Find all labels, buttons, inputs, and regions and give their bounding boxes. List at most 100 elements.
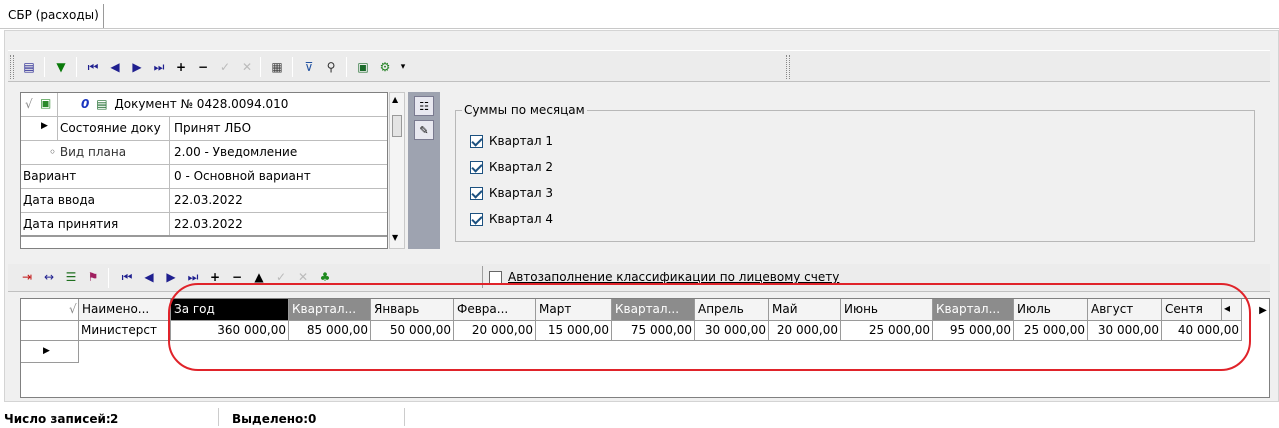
next-icon[interactable]: ▶ — [162, 268, 180, 286]
col-header-april[interactable]: Апрель — [695, 299, 769, 321]
cell-may[interactable]: 20 000,00 — [769, 321, 841, 341]
toolbar-grip[interactable] — [786, 55, 790, 79]
col-header-july[interactable]: Июль — [1014, 299, 1088, 321]
cell-january[interactable]: 50 000,00 — [371, 321, 454, 341]
col-header-january[interactable]: Январь — [371, 299, 454, 321]
row-indicator — [21, 321, 79, 341]
current-row-icon: ▶ — [41, 121, 48, 131]
col-header-june[interactable]: Июнь — [841, 299, 933, 321]
cell-september[interactable]: 40 000,00 — [1162, 321, 1242, 341]
cell-february[interactable]: 20 000,00 — [454, 321, 536, 341]
cell-quarter2[interactable]: 75 000,00 — [612, 321, 695, 341]
doc-label-entry-date: Дата ввода — [21, 189, 170, 212]
scroll-down-icon[interactable]: ▼ — [392, 233, 398, 242]
col-header-august[interactable]: Август — [1088, 299, 1162, 321]
quarter-2-label: Квартал 2 — [489, 160, 554, 174]
cancel-icon[interactable]: ✕ — [238, 58, 256, 76]
doc-value-entry-date[interactable]: 22.03.2022 — [171, 189, 246, 212]
autofill-checkbox[interactable]: Автозаполнение классификации по лицевому… — [482, 266, 882, 288]
cell-quarter1[interactable]: 85 000,00 — [289, 321, 371, 341]
document-row[interactable]: Вариант 0 - Основной вариант — [21, 165, 387, 189]
toolbar-separator — [346, 57, 347, 77]
delete-icon[interactable]: − — [194, 58, 212, 76]
export-icon[interactable]: ⇥ — [18, 268, 36, 286]
swap-icon[interactable]: ↔ — [40, 268, 58, 286]
scroll-thumb[interactable] — [392, 115, 402, 137]
col-header-name[interactable]: Наимено... — [79, 299, 171, 321]
cell-july[interactable]: 25 000,00 — [1014, 321, 1088, 341]
tab-sbr-expenses[interactable]: СБР (расходы) — [4, 4, 104, 28]
grid-scroll-right-icon[interactable]: ▶ — [1255, 300, 1271, 320]
checkbox-checked-icon[interactable] — [470, 160, 483, 174]
quarter-3-checkbox[interactable]: Квартал 3 — [470, 184, 620, 202]
side-toolbar: ☷ ✎ — [408, 92, 440, 249]
up-icon[interactable]: ▲ — [250, 268, 268, 286]
confirm-icon[interactable]: ✓ — [216, 58, 234, 76]
checkbox-checked-icon[interactable] — [470, 186, 483, 200]
list-view-icon[interactable]: ☷ — [414, 96, 434, 116]
cell-june[interactable]: 25 000,00 — [841, 321, 933, 341]
find-icon[interactable]: ⚲ — [322, 58, 340, 76]
col-header-march[interactable]: Март — [536, 299, 612, 321]
confirm-icon[interactable]: ✓ — [272, 268, 290, 286]
quarter-1-checkbox[interactable]: Квартал 1 — [470, 132, 620, 150]
status-separator — [218, 408, 219, 426]
cell-april[interactable]: 30 000,00 — [695, 321, 769, 341]
document-row[interactable]: Дата принятия 22.03.2022 — [21, 213, 387, 237]
chevron-down-icon[interactable]: ▾ — [394, 58, 412, 76]
prev-icon[interactable]: ◀ — [140, 268, 158, 286]
col-header-quarter1[interactable]: Квартал... — [289, 299, 371, 321]
cancel-icon[interactable]: ✕ — [294, 268, 312, 286]
document-row[interactable]: ◦ Вид плана 2.00 - Уведомление — [21, 141, 387, 165]
settings-icon[interactable]: ⚑ — [84, 268, 102, 286]
card-icon[interactable]: ▣ — [354, 58, 372, 76]
cell-year[interactable]: 360 000,00 — [171, 321, 289, 341]
last-icon[interactable]: ⏭ — [184, 268, 202, 286]
add-icon[interactable]: + — [172, 58, 190, 76]
document-row[interactable]: Дата ввода 22.03.2022 — [21, 189, 387, 213]
doc-value-plan-type[interactable]: 2.00 - Уведомление — [171, 141, 300, 164]
tools-icon[interactable]: ⚙ — [376, 58, 394, 76]
document-scrollbar[interactable]: ▲ ▼ — [389, 92, 405, 249]
doc-value-status[interactable]: Принят ЛБО — [171, 117, 254, 140]
cell-quarter3[interactable]: 95 000,00 — [933, 321, 1014, 341]
row-indicator: ▶ — [21, 341, 79, 363]
add-icon[interactable]: + — [206, 268, 224, 286]
quarter-2-checkbox[interactable]: Квартал 2 — [470, 158, 620, 176]
first-icon[interactable]: ⏮ — [84, 58, 102, 76]
col-header-year[interactable]: За год — [171, 299, 289, 321]
checkbox-checked-icon[interactable] — [470, 134, 483, 148]
cell-august[interactable]: 30 000,00 — [1088, 321, 1162, 341]
current-row-icon: ▶ — [43, 346, 50, 356]
checkbox-unchecked-icon[interactable] — [489, 270, 502, 284]
toolbar-grip[interactable] — [10, 55, 14, 79]
last-icon[interactable]: ⏭ — [150, 58, 168, 76]
scroll-left-icon[interactable]: ◂ — [1222, 299, 1242, 321]
tree-icon[interactable]: ♣ — [316, 268, 334, 286]
next-icon[interactable]: ▶ — [128, 58, 146, 76]
document-header: 0 ▤ Документ № 0428.0094.010 — [81, 97, 288, 111]
doc-value-accept-date[interactable]: 22.03.2022 — [171, 213, 246, 235]
delete-icon[interactable]: − — [228, 268, 246, 286]
col-header-february[interactable]: Февра... — [454, 299, 536, 321]
copy-icon[interactable]: ▤ — [20, 58, 38, 76]
cell-march[interactable]: 15 000,00 — [536, 321, 612, 341]
green-filter-icon[interactable]: ▼ — [52, 58, 70, 76]
filter-icon[interactable]: ⊽ — [300, 58, 318, 76]
document-row[interactable]: ▶ Состояние доку Принят ЛБО — [21, 117, 387, 141]
quarter-4-checkbox[interactable]: Квартал 4 — [470, 210, 620, 228]
prev-icon[interactable]: ◀ — [106, 58, 124, 76]
checkbox-checked-icon[interactable] — [470, 212, 483, 226]
calculator-icon[interactable]: ▦ — [268, 58, 286, 76]
edit-view-icon[interactable]: ✎ — [414, 120, 434, 140]
col-header-quarter2[interactable]: Квартал... — [612, 299, 695, 321]
tab-divider — [0, 28, 1279, 29]
cell-name[interactable]: Министерст — [79, 321, 171, 341]
col-header-quarter3[interactable]: Квартал... — [933, 299, 1014, 321]
scroll-up-icon[interactable]: ▲ — [392, 95, 398, 104]
col-header-september[interactable]: Сентя — [1162, 299, 1222, 321]
doc-value-variant[interactable]: 0 - Основной вариант — [171, 165, 314, 188]
first-icon[interactable]: ⏮ — [118, 268, 136, 286]
checklist-icon[interactable]: ☰ — [62, 268, 80, 286]
col-header-may[interactable]: Май — [769, 299, 841, 321]
